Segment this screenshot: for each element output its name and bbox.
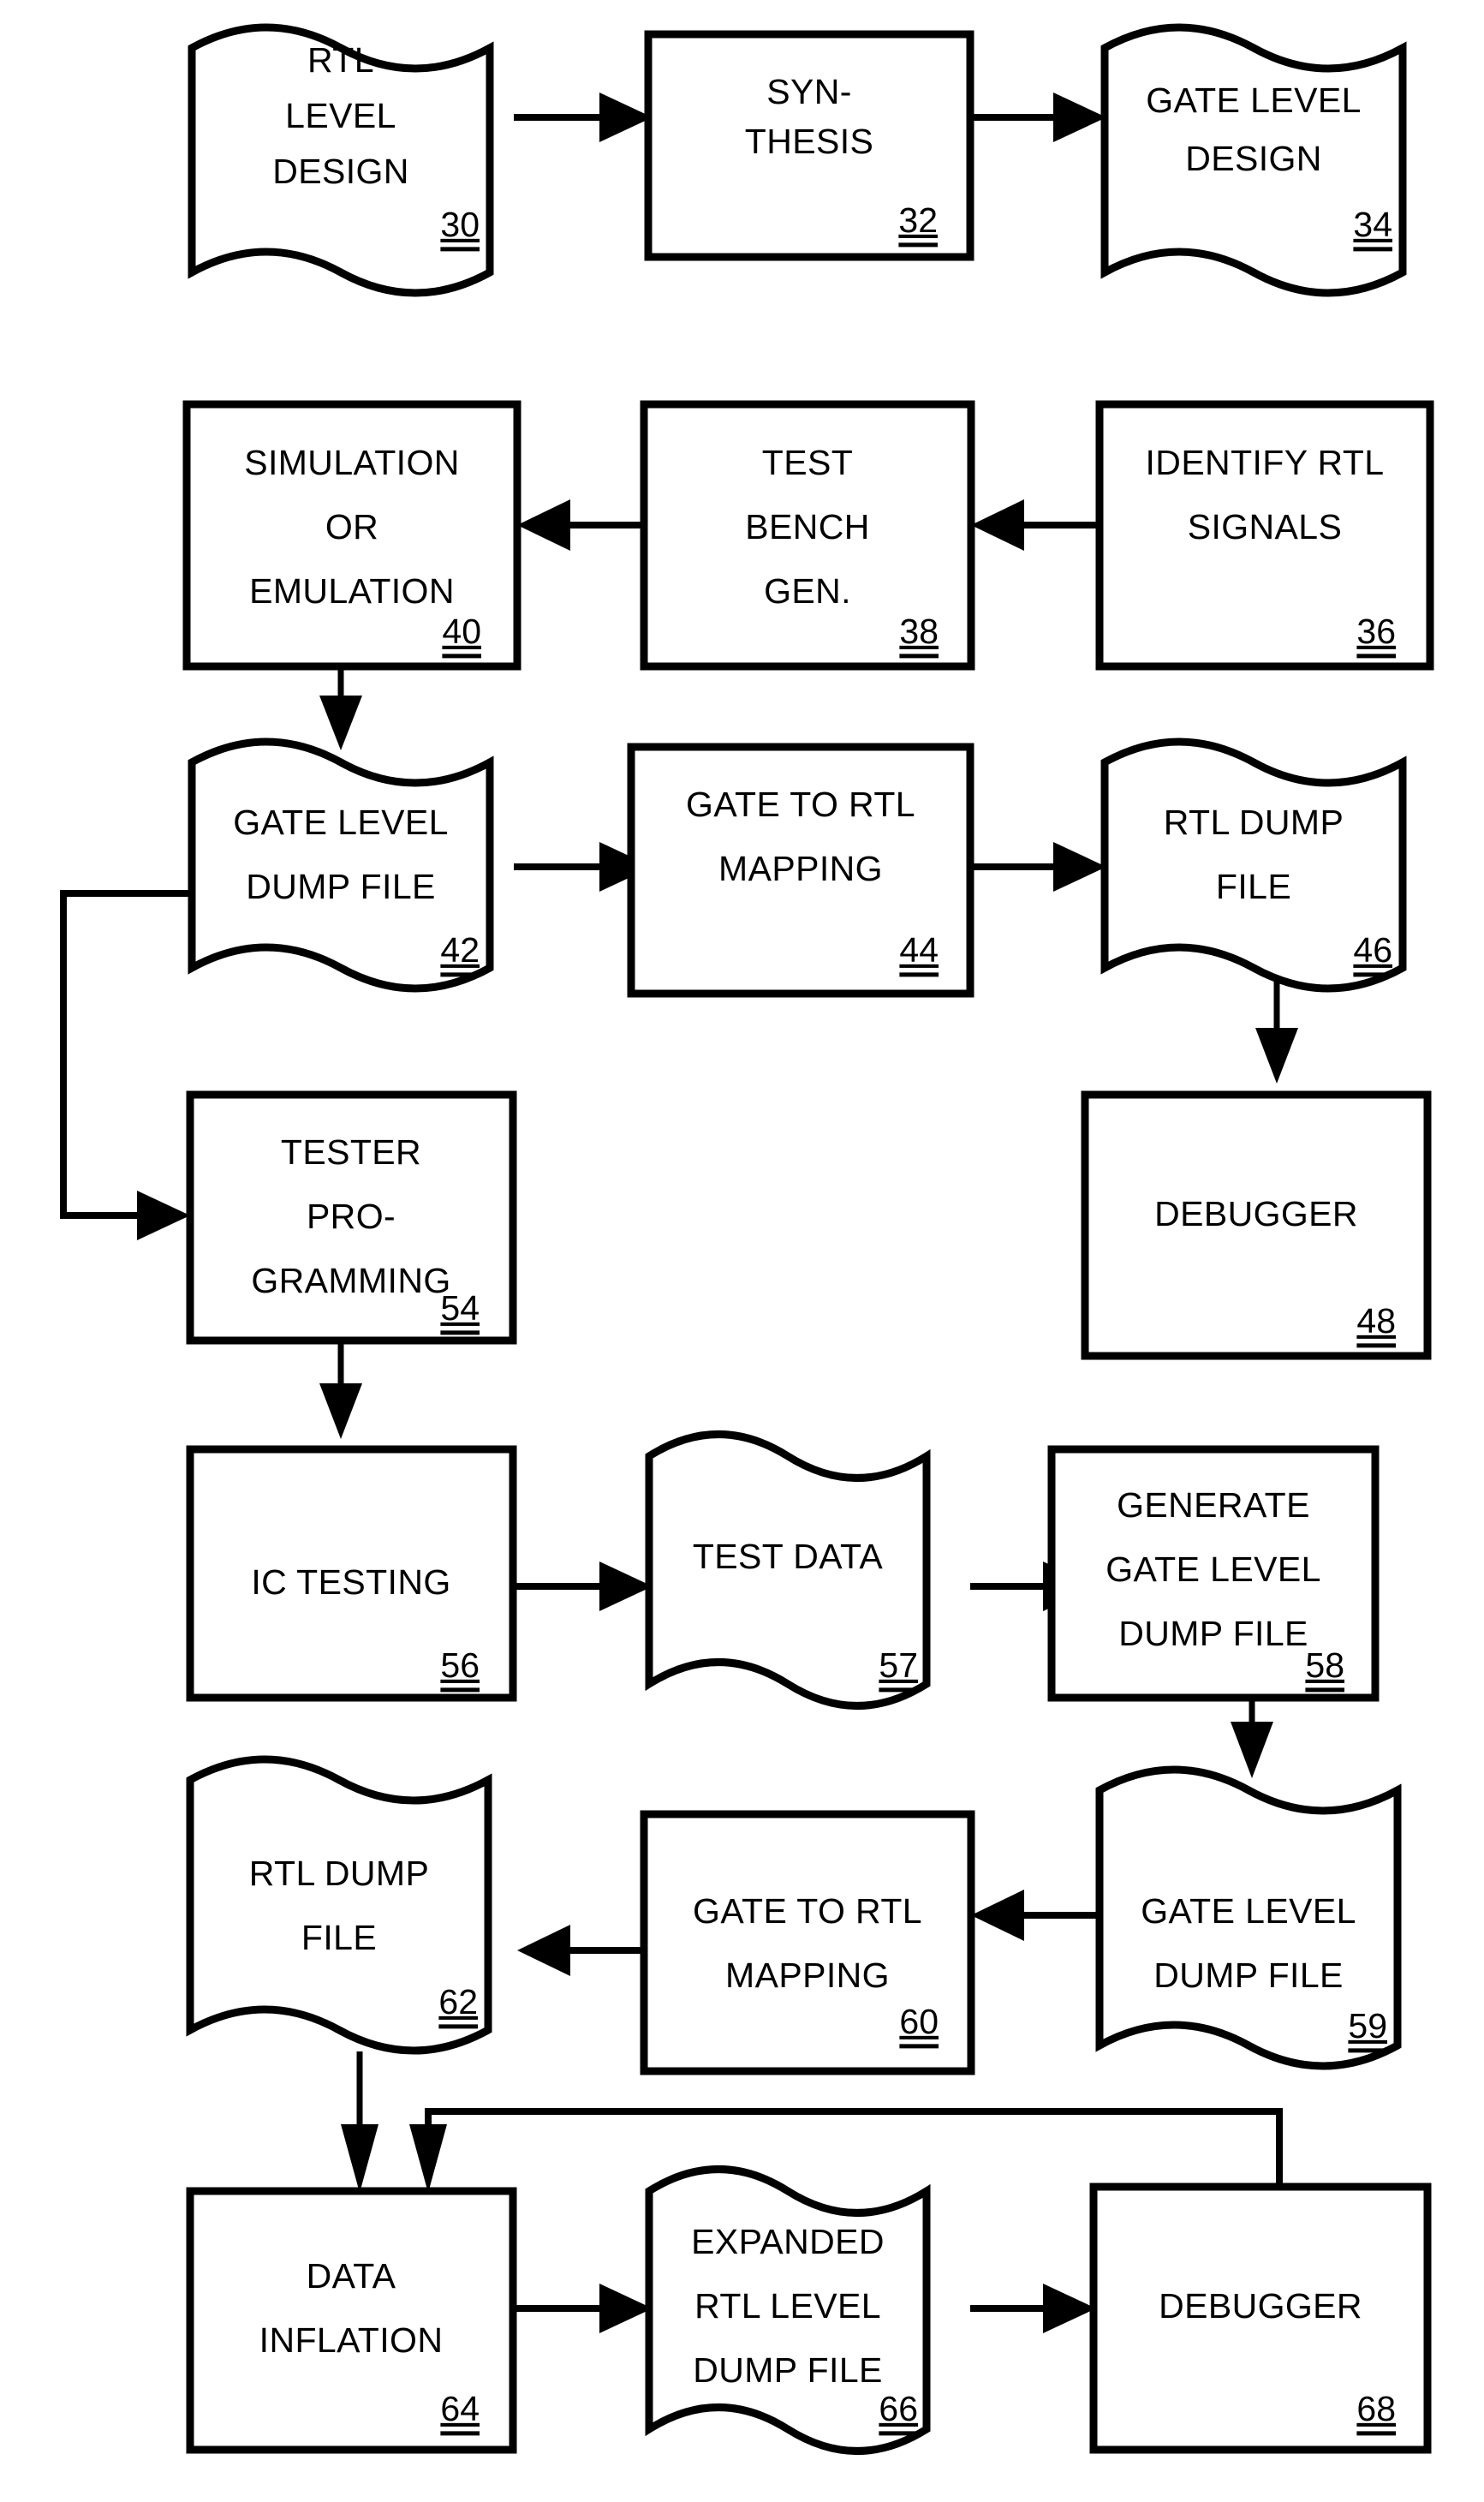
node-label-line: EMULATION bbox=[249, 571, 455, 611]
node-rtl-dump-file-46[interactable]: RTL DUMP FILE 46 bbox=[1100, 737, 1407, 993]
node-label-line: MAPPING bbox=[725, 1956, 890, 1995]
node-gate-level-dump-file-42[interactable]: GATE LEVEL DUMP FILE 42 bbox=[188, 737, 494, 993]
node-label-line: INFLATION bbox=[259, 2320, 444, 2360]
node-label-line: GRAMMING bbox=[251, 1261, 450, 1300]
node-reference-number: 40 bbox=[442, 612, 481, 651]
node-label-line: GATE LEVEL bbox=[1106, 1550, 1321, 1589]
node-label-line: GATE LEVEL bbox=[233, 803, 449, 842]
node-label-line: SYN- bbox=[766, 72, 852, 111]
node-label-line: DUMP FILE bbox=[1118, 1614, 1308, 1653]
edge-42-to-54-feedback bbox=[60, 890, 192, 1240]
node-reference-number: 68 bbox=[1356, 2389, 1396, 2428]
edge-54-to-56 bbox=[319, 1341, 362, 1439]
node-debugger-68[interactable]: DEBUGGER 68 bbox=[1089, 2183, 1432, 2454]
flowchart-canvas: RTL LEVEL DESIGN 30 SYN- THESIS 32 GATE … bbox=[60, 23, 1434, 2455]
node-reference-number: 44 bbox=[899, 930, 939, 970]
node-label-line: OR bbox=[325, 507, 378, 546]
edge-44-to-46 bbox=[970, 842, 1106, 892]
edge-30-to-32 bbox=[514, 93, 653, 142]
node-label-line: GENERATE bbox=[1117, 1485, 1310, 1525]
node-test-data[interactable]: TEST DATA 57 bbox=[645, 1430, 931, 1710]
edge-68-to-64-feedback bbox=[409, 2108, 1283, 2193]
node-label-line: LEVEL bbox=[285, 96, 396, 135]
node-label-line: IDENTIFY RTL bbox=[1146, 443, 1385, 482]
node-reference-number: 36 bbox=[1356, 612, 1396, 651]
node-reference-number: 32 bbox=[898, 200, 938, 240]
edge-32-to-34 bbox=[970, 93, 1106, 142]
node-reference-number: 60 bbox=[899, 2002, 939, 2041]
node-rtl-level-design[interactable]: RTL LEVEL DESIGN 30 bbox=[188, 23, 494, 297]
node-reference-number: 62 bbox=[438, 1982, 478, 2021]
node-synthesis[interactable]: SYN- THESIS 32 bbox=[644, 30, 974, 261]
edge-64-to-66 bbox=[514, 2284, 653, 2333]
node-label-line: TEST DATA bbox=[693, 1537, 884, 1576]
node-reference-number: 30 bbox=[440, 205, 480, 244]
node-label-line: RTL bbox=[307, 40, 374, 80]
node-label-line: SIMULATION bbox=[244, 443, 460, 482]
node-reference-number: 54 bbox=[440, 1288, 480, 1328]
node-label-line: DUMP FILE bbox=[246, 867, 436, 906]
node-label-line: RTL DUMP bbox=[1164, 803, 1344, 842]
node-identify-rtl-signals[interactable]: IDENTIFY RTL SIGNALS 36 bbox=[1095, 400, 1434, 671]
node-label-line: TEST bbox=[762, 443, 853, 482]
node-label-line: THESIS bbox=[745, 122, 874, 161]
edge-59-to-60 bbox=[971, 1890, 1100, 1941]
node-label-line: GATE LEVEL bbox=[1146, 81, 1362, 120]
edge-36-to-38 bbox=[971, 499, 1100, 551]
node-label-line: RTL DUMP bbox=[249, 1854, 430, 1893]
node-rtl-dump-file-62[interactable]: RTL DUMP FILE 62 bbox=[186, 1755, 492, 2055]
node-label-line: BENCH bbox=[745, 507, 870, 546]
node-reference-number: 58 bbox=[1305, 1645, 1344, 1685]
node-reference-number: 57 bbox=[879, 1645, 918, 1685]
node-reference-number: 66 bbox=[879, 2389, 918, 2428]
node-label-line: IC TESTING bbox=[251, 1562, 450, 1602]
node-label-line: FILE bbox=[1216, 867, 1291, 906]
node-reference-number: 42 bbox=[440, 930, 480, 970]
edge-56-to-57 bbox=[514, 1562, 653, 1611]
node-reference-number: 38 bbox=[899, 612, 939, 651]
edge-62-to-64 bbox=[341, 2051, 378, 2193]
edge-66-to-68 bbox=[970, 2284, 1096, 2333]
node-label-line: TESTER bbox=[281, 1132, 421, 1172]
node-label-line: DEBUGGER bbox=[1159, 2286, 1362, 2326]
node-label-line: GEN. bbox=[764, 571, 851, 611]
node-gate-level-dump-file-59[interactable]: GATE LEVEL DUMP FILE 59 bbox=[1095, 1765, 1402, 2070]
node-simulation-or-emulation[interactable]: SIMULATION OR EMULATION 40 bbox=[182, 400, 521, 671]
flowchart-diagram: RTL LEVEL DESIGN 30 SYN- THESIS 32 GATE … bbox=[0, 0, 1484, 2502]
node-label-line: PRO- bbox=[307, 1197, 396, 1236]
node-expanded-rtl-level-dump-file[interactable]: EXPANDED RTL LEVEL DUMP FILE 66 bbox=[645, 2165, 931, 2455]
node-label-line: DUMP FILE bbox=[1153, 1956, 1344, 1995]
node-label-line: GATE TO RTL bbox=[686, 785, 915, 824]
node-label-line: DUMP FILE bbox=[693, 2350, 883, 2390]
edge-38-to-40 bbox=[517, 499, 644, 551]
node-test-bench-gen[interactable]: TEST BENCH GEN. 38 bbox=[640, 400, 975, 671]
node-label-line: GATE LEVEL bbox=[1141, 1891, 1356, 1931]
node-label-line: DATA bbox=[307, 2256, 396, 2296]
node-gate-level-design[interactable]: GATE LEVEL DESIGN 34 bbox=[1100, 23, 1407, 297]
node-label-line: MAPPING bbox=[718, 849, 883, 888]
node-label-line: DEBUGGER bbox=[1154, 1194, 1358, 1233]
node-gate-to-rtl-mapping-60[interactable]: GATE TO RTL MAPPING 60 bbox=[640, 1810, 975, 2075]
node-data-inflation[interactable]: DATA INFLATION 64 bbox=[186, 2187, 517, 2454]
node-gate-to-rtl-mapping-44[interactable]: GATE TO RTL MAPPING 44 bbox=[627, 743, 974, 998]
edge-40-to-42 bbox=[319, 666, 362, 750]
node-label-line: FILE bbox=[301, 1918, 377, 1957]
node-label-line: SIGNALS bbox=[1188, 507, 1343, 546]
node-reference-number: 64 bbox=[440, 2389, 480, 2428]
node-label-line: EXPANDED bbox=[691, 2222, 885, 2261]
node-ic-testing[interactable]: IC TESTING 56 bbox=[186, 1445, 517, 1702]
node-tester-programming[interactable]: TESTER PRO- GRAMMING 54 bbox=[186, 1090, 517, 1345]
node-reference-number: 56 bbox=[440, 1645, 480, 1685]
node-reference-number: 48 bbox=[1356, 1301, 1396, 1341]
node-generate-gate-level-dump-file[interactable]: GENERATE GATE LEVEL DUMP FILE 58 bbox=[1047, 1445, 1380, 1702]
node-reference-number: 46 bbox=[1353, 930, 1392, 970]
node-debugger-48[interactable]: DEBUGGER 48 bbox=[1081, 1090, 1432, 1360]
node-label-line: DESIGN bbox=[272, 152, 409, 191]
node-label-line: RTL LEVEL bbox=[694, 2286, 881, 2326]
edge-60-to-62 bbox=[517, 1925, 644, 1976]
node-reference-number: 59 bbox=[1348, 2006, 1387, 2045]
node-label-line: DESIGN bbox=[1185, 139, 1322, 178]
node-label-line: GATE TO RTL bbox=[693, 1891, 922, 1931]
node-reference-number: 34 bbox=[1353, 205, 1392, 244]
